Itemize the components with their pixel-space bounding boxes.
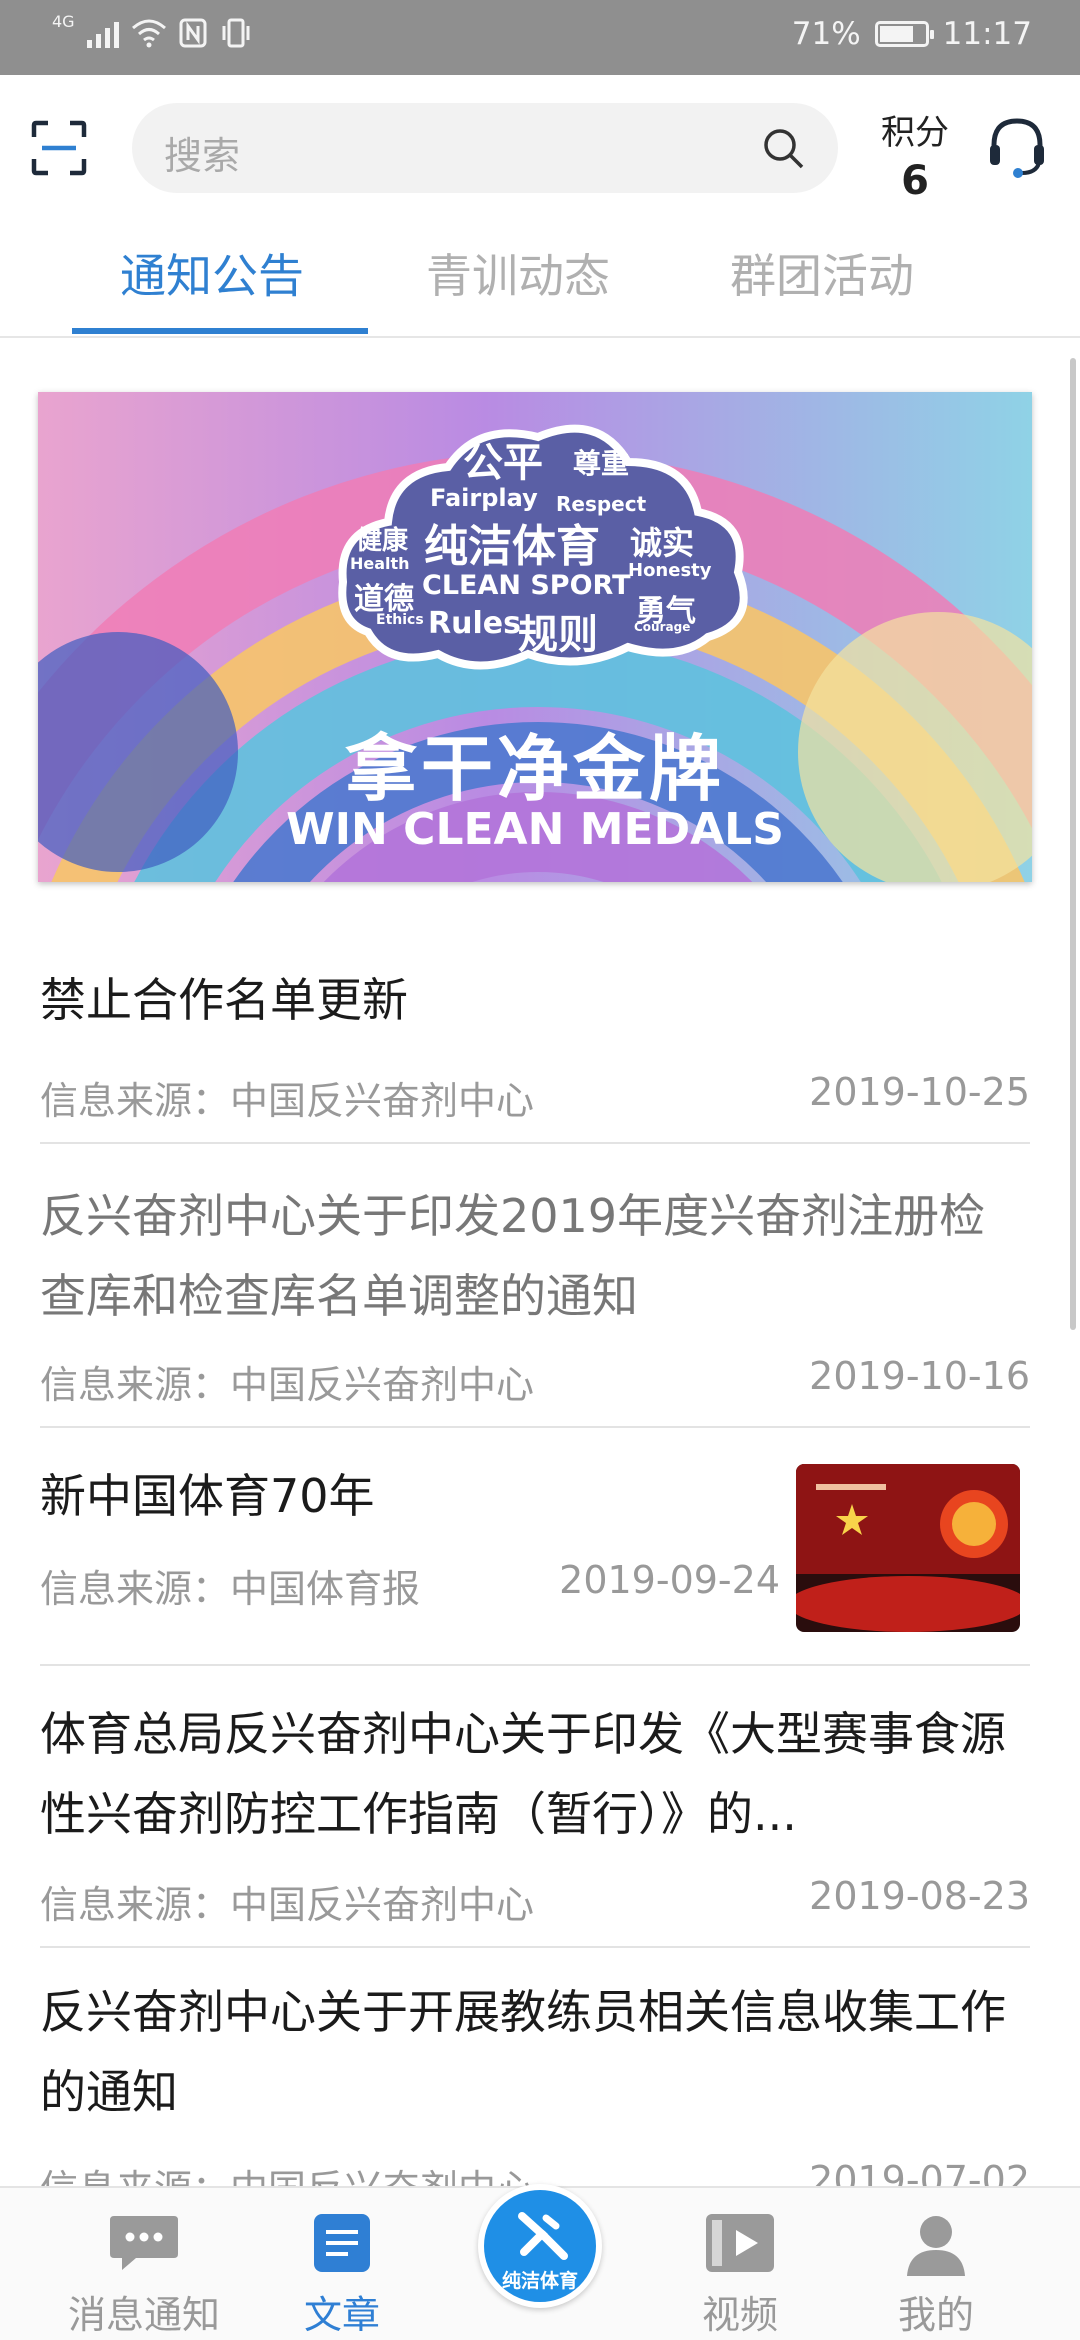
banner-word: Health — [350, 554, 410, 573]
banner-word: Courage — [634, 620, 691, 634]
banner-word: 尊重 — [573, 447, 630, 480]
banner-text: 公平 尊重 Fairplay Respect 健康 Health 纯洁体育 诚实… — [38, 392, 1032, 882]
article-item[interactable]: 新中国体育70年 信息来源：中国体育报 2019-09-24 — [40, 1428, 1030, 1666]
banner-word: 纯洁体育 — [424, 521, 600, 572]
banner-title-cn: 拿干净金牌 — [344, 727, 725, 811]
article-item[interactable]: 体育总局反兴奋剂中心关于印发《大型赛事食源性兴奋剂防控工作指南（暂行）》的...… — [40, 1666, 1030, 1948]
video-icon — [706, 2214, 774, 2272]
article-date: 2019-10-16 — [809, 1354, 1030, 1398]
article-date: 2019-09-24 — [559, 1558, 780, 1602]
network-type: 4G — [52, 11, 75, 31]
person-icon — [907, 2216, 965, 2276]
points-value: 6 — [901, 158, 929, 204]
banner-word: Rules — [428, 606, 521, 641]
banner-word: Fairplay — [430, 484, 538, 512]
clean-sport-banner[interactable]: 公平 尊重 Fairplay Respect 健康 Health 纯洁体育 诚实… — [38, 392, 1032, 882]
tab-youth-training[interactable]: 青训动态 — [426, 240, 610, 306]
scrollbar[interactable] — [1070, 358, 1076, 1330]
search-placeholder: 搜索 — [164, 134, 241, 178]
nfc-icon — [179, 18, 207, 48]
banner-word: Honesty — [628, 560, 712, 581]
chat-bubble-icon — [110, 2216, 178, 2270]
article-item[interactable]: 反兴奋剂中心关于印发2019年度兴奋剂注册检查库和检查库名单调整的通知 信息来源… — [40, 1144, 1030, 1428]
battery-icon — [874, 21, 934, 47]
category-tabs: 通知公告 青训动态 群团活动 — [0, 210, 1080, 338]
wifi-icon — [131, 19, 166, 48]
nav-label: 消息通知 — [67, 2293, 220, 2337]
article-date: 2019-10-25 — [809, 1070, 1030, 1114]
active-tab-indicator — [72, 328, 368, 334]
article-source: 信息来源：中国反兴奋剂中心 — [40, 1363, 535, 1407]
vibrate-icon — [222, 18, 250, 48]
banner-word: 规则 — [518, 612, 598, 658]
nav-videos[interactable]: 视频 — [650, 2188, 830, 2340]
article-title: 体育总局反兴奋剂中心关于印发《大型赛事食源性兴奋剂防控工作指南（暂行）》的... — [40, 1707, 1006, 1841]
article-item[interactable]: 禁止合作名单更新 信息来源：中国反兴奋剂中心 2019-10-25 — [40, 960, 1030, 1144]
app-header: 搜索 积分 6 — [0, 75, 1080, 210]
points-counter[interactable]: 积分 6 — [870, 105, 960, 204]
article-title: 反兴奋剂中心关于印发2019年度兴奋剂注册检查库和检查库名单调整的通知 — [40, 1189, 986, 1323]
banner-word: 公平 — [463, 440, 543, 486]
document-icon — [314, 2214, 370, 2272]
search-input[interactable]: 搜索 — [132, 103, 838, 193]
clock: 11:17 — [942, 16, 1032, 52]
nav-messages[interactable]: 消息通知 — [54, 2188, 234, 2340]
status-bar: 4G 71% 11:17 — [0, 0, 1080, 75]
nav-label: 我的 — [897, 2293, 974, 2337]
tab-group-activities[interactable]: 群团活动 — [730, 240, 914, 306]
banner-word: CLEAN SPORT — [422, 570, 631, 601]
banner-word: 健康 — [356, 526, 409, 556]
banner-word: Ethics — [376, 612, 424, 628]
article-thumbnail — [796, 1464, 1020, 1632]
article-source: 信息来源：中国反兴奋剂中心 — [40, 1079, 535, 1123]
article-title: 新中国体育70年 — [40, 1469, 375, 1523]
article-date: 2019-08-23 — [809, 1874, 1030, 1918]
points-label: 积分 — [881, 113, 949, 153]
signal-icon — [86, 18, 119, 48]
status-icons-left: 4G — [52, 12, 253, 48]
tab-notices[interactable]: 通知公告 — [120, 240, 304, 306]
article-title: 反兴奋剂中心关于开展教练员相关信息收集工作的通知 — [40, 1985, 1006, 2119]
article-title: 禁止合作名单更新 — [40, 973, 408, 1027]
nav-label: 视频 — [701, 2293, 778, 2337]
status-icons-right: 71% 11:17 — [792, 16, 1032, 52]
clean-sport-label: 纯洁体育 — [501, 2270, 578, 2292]
nav-profile[interactable]: 我的 — [846, 2188, 1026, 2340]
headset-icon[interactable] — [986, 115, 1048, 181]
search-icon[interactable] — [760, 125, 806, 171]
battery-percent: 71% — [791, 16, 861, 52]
scan-icon[interactable] — [30, 119, 88, 177]
article-source: 信息来源：中国体育报 — [40, 1567, 421, 1611]
nav-label: 文章 — [303, 2293, 380, 2337]
clean-sport-button[interactable]: 纯洁体育 — [478, 2184, 602, 2308]
nav-articles[interactable]: 文章 — [252, 2188, 432, 2340]
banner-word: 诚实 — [630, 524, 695, 562]
article-source: 信息来源：中国反兴奋剂中心 — [40, 1883, 535, 1927]
banner-title-en: WIN CLEAN MEDALS — [286, 804, 784, 855]
